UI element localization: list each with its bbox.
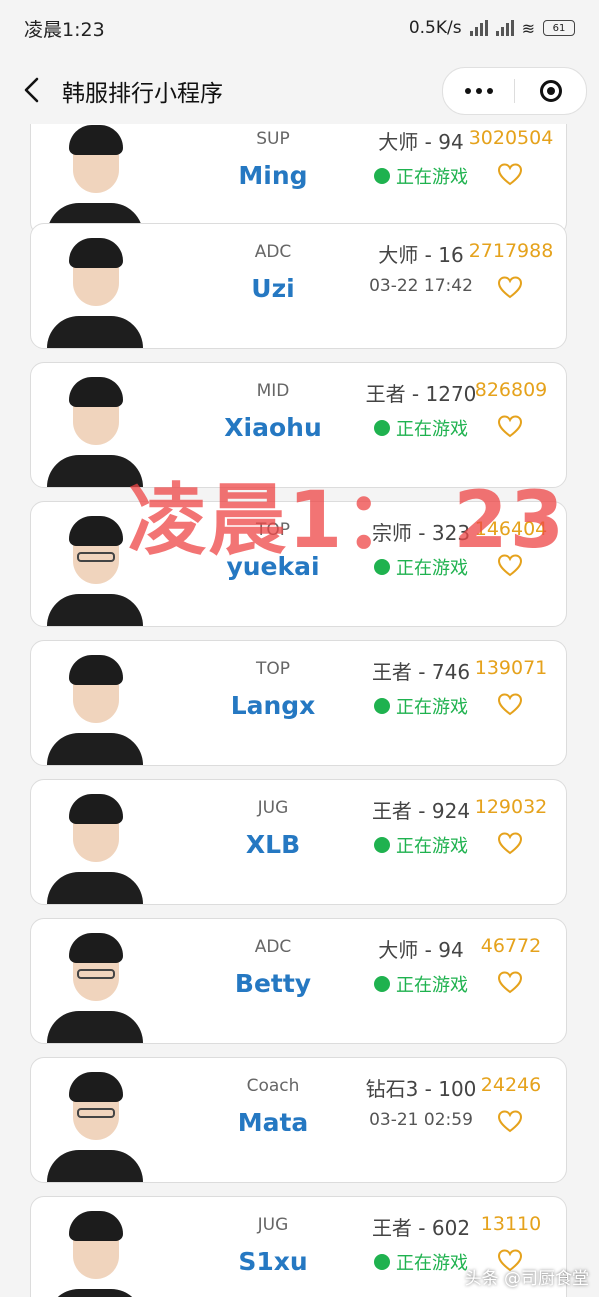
battery-icon: 61	[543, 20, 575, 36]
source-credit: 头条 @司厨食堂	[464, 1269, 589, 1289]
player-score: 24246	[480, 1074, 542, 1096]
heart-icon[interactable]	[497, 971, 523, 995]
player-card[interactable]: TOP Langx 王者 - 746 正在游戏 139071	[30, 640, 567, 766]
player-score: 129032	[474, 796, 548, 818]
more-menu-button[interactable]	[443, 68, 514, 114]
heart-icon[interactable]	[497, 1110, 523, 1134]
player-status: 正在游戏	[341, 163, 501, 189]
player-status: 正在游戏	[341, 693, 501, 719]
player-name: Langx	[230, 691, 316, 720]
player-name: Betty	[234, 969, 312, 998]
player-avatar	[47, 655, 143, 765]
player-avatar	[47, 1072, 143, 1182]
player-score: 139071	[474, 657, 548, 679]
player-name: Uzi	[251, 274, 295, 303]
status-bar: 凌晨1:23 0.5K/s ≋ 61	[0, 0, 599, 56]
target-icon	[539, 80, 562, 102]
player-status-text: 03-22 17:42	[369, 276, 473, 296]
player-status-text: 正在游戏	[396, 1253, 468, 1274]
page-title: 韩服排行小程序	[62, 81, 223, 107]
player-avatar	[47, 238, 143, 348]
player-card[interactable]: Coach Mata 钻石3 - 100 03-21 02:59 24246	[30, 1057, 567, 1183]
player-role: MID	[256, 381, 290, 401]
player-avatar	[47, 1211, 143, 1297]
player-status: 03-22 17:42	[341, 276, 501, 296]
heart-icon[interactable]	[497, 276, 523, 300]
player-role: ADC	[254, 937, 292, 957]
player-card[interactable]: SUP Ming 大师 - 94 正在游戏 3020504	[30, 124, 567, 236]
signal-icon	[469, 20, 488, 36]
player-status: 正在游戏	[341, 415, 501, 441]
online-dot-icon	[374, 420, 390, 436]
heart-icon[interactable]	[497, 415, 523, 439]
player-role: Coach	[246, 1076, 300, 1096]
online-dot-icon	[374, 1254, 390, 1270]
heart-icon[interactable]	[497, 693, 523, 717]
back-arrow-icon[interactable]	[20, 76, 44, 104]
online-dot-icon	[374, 168, 390, 184]
close-mini-program-button[interactable]	[515, 68, 586, 114]
status-icons: 0.5K/s ≋ 61	[409, 18, 575, 38]
player-score: 13110	[480, 1213, 542, 1235]
more-dots-icon	[464, 88, 493, 94]
player-name: S1xu	[238, 1247, 308, 1276]
player-status: 正在游戏	[341, 971, 501, 997]
player-score: 826809	[474, 379, 548, 401]
player-role: JUG	[257, 1215, 289, 1235]
wifi-icon: ≋	[521, 18, 535, 38]
player-card[interactable]: ADC Uzi 大师 - 16 03-22 17:42 2717988	[30, 223, 567, 349]
player-card[interactable]: ADC Betty 大师 - 94 正在游戏 46772	[30, 918, 567, 1044]
online-dot-icon	[374, 837, 390, 853]
player-name: Ming	[238, 161, 308, 190]
player-name: XLB	[245, 830, 301, 859]
player-status: 正在游戏	[341, 832, 501, 858]
player-role: TOP	[255, 659, 291, 679]
mini-program-capsule	[442, 67, 587, 115]
player-list: SUP Ming 大师 - 94 正在游戏 3020504 ADC Uzi 大师 - 16 03…	[0, 124, 599, 1297]
player-avatar	[47, 125, 143, 235]
player-avatar	[47, 933, 143, 1043]
network-speed: 0.5K/s	[408, 18, 462, 38]
online-dot-icon	[374, 976, 390, 992]
online-dot-icon	[374, 698, 390, 714]
signal-hd-icon	[495, 20, 514, 36]
player-status-text: 正在游戏	[396, 167, 468, 188]
player-role: JUG	[257, 798, 289, 818]
player-role: SUP	[256, 129, 290, 149]
player-status-text: 03-21 02:59	[369, 1110, 473, 1130]
player-status: 03-21 02:59	[341, 1110, 501, 1130]
player-score: 2717988	[468, 240, 554, 262]
heart-icon[interactable]	[497, 832, 523, 856]
player-name: Mata	[237, 1108, 309, 1137]
player-avatar	[47, 794, 143, 904]
player-score: 46772	[480, 935, 542, 957]
player-role: ADC	[254, 242, 292, 262]
player-status-text: 正在游戏	[396, 419, 468, 440]
player-name: Xiaohu	[224, 413, 322, 442]
player-card[interactable]: JUG XLB 王者 - 924 正在游戏 129032	[30, 779, 567, 905]
heart-icon[interactable]	[497, 163, 523, 187]
status-time: 凌晨1:23	[24, 18, 105, 41]
player-status-text: 正在游戏	[396, 836, 468, 857]
player-status-text: 正在游戏	[396, 975, 468, 996]
player-status-text: 正在游戏	[396, 697, 468, 718]
time-watermark: 凌晨1： 23	[128, 476, 566, 566]
nav-bar: 韩服排行小程序	[0, 56, 599, 124]
player-score: 3020504	[468, 127, 554, 149]
